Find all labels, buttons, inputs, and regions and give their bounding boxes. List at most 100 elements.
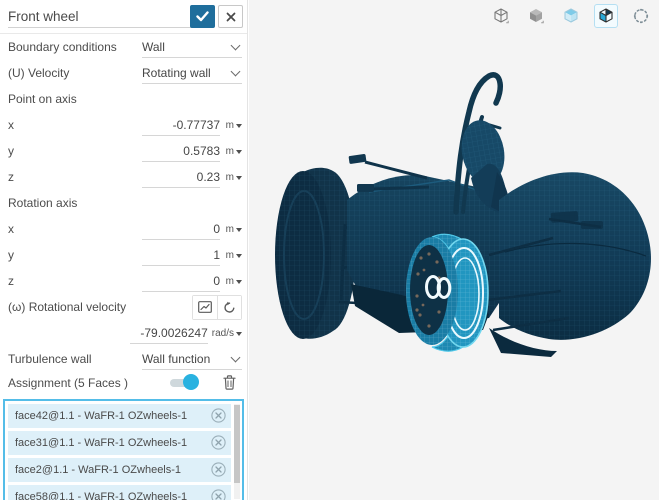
field-velocity: (U) Velocity Rotating wall [0,60,247,86]
field-axis-z: z 0 m [0,268,247,294]
value-input-mode-buttons [192,294,242,320]
face-list-item[interactable]: face31@1.1 - WaFR-1 OZwheels-1 [8,431,231,455]
axis-y-input[interactable]: 1 [142,245,220,266]
face-name: face2@1.1 - WaFR-1 OZwheels-1 [15,464,182,476]
field-label: x [8,118,14,132]
remove-face-button[interactable] [211,408,226,423]
reset-value-button[interactable] [217,295,241,319]
chevron-down-icon [230,66,241,76]
unit-label: m [225,119,234,131]
face-list-item[interactable]: face2@1.1 - WaFR-1 OZwheels-1 [8,458,231,482]
axis-x-input[interactable]: 0 [142,219,220,240]
axis-z-input[interactable]: 0 [142,271,220,292]
toggle-knob [183,373,199,390]
caret-down-icon [236,149,242,154]
nose-cone[interactable] [489,172,651,357]
assignment-face-list: face42@1.1 - WaFR-1 OZwheels-1 face31@1.… [3,399,244,500]
assignment-label: Assignment (5 Faces ) [8,375,129,390]
field-label: Boundary conditions [8,40,117,54]
car-model[interactable] [249,0,659,500]
unit-dropdown[interactable]: m [220,219,242,240]
trash-icon [223,375,236,390]
field-label: z [8,274,14,288]
remove-face-button[interactable] [211,489,226,500]
face-list-item[interactable]: face42@1.1 - WaFR-1 OZwheels-1 [8,404,231,428]
formula-table-input-button[interactable] [193,295,217,319]
caret-down-icon [236,123,242,128]
field-label: y [8,144,14,158]
chart-icon [198,301,212,313]
section-cube-icon[interactable] [594,4,618,28]
face-name: face31@1.1 - WaFR-1 OZwheels-1 [15,437,188,449]
field-boundary-conditions: Boundary conditions Wall [0,34,247,60]
unit-dropdown[interactable]: m [220,271,242,292]
section-point-on-axis: Point on axis [0,86,247,112]
render-mode-toolbar [489,4,653,28]
selected-value: Wall function [142,351,211,366]
close-button[interactable] [218,5,243,28]
caret-down-icon [236,253,242,258]
turbulence-wall-select[interactable]: Wall function [142,348,242,370]
assignment-toggle[interactable] [170,373,199,390]
front-wheel-highlighted[interactable] [406,233,489,352]
assignment-header: Assignment (5 Faces ) [0,372,247,393]
unit-label: m [225,145,234,157]
field-label: Turbulence wall [8,352,92,366]
field-label: y [8,248,14,262]
unit-dropdown[interactable]: m [220,245,242,266]
caret-down-icon [236,175,242,180]
section-label: Point on axis [8,92,77,106]
unit-label: m [225,249,234,261]
unit-label: m [225,275,234,287]
unit-dropdown[interactable]: m [220,141,242,162]
bc-name-input[interactable] [8,6,194,28]
unit-dropdown[interactable]: m [220,167,242,188]
undo-rotate-icon [224,301,235,313]
velocity-select[interactable]: Rotating wall [142,62,242,84]
delete-assignment-button[interactable] [223,375,236,390]
remove-face-button[interactable] [211,462,226,477]
scrollbar-thumb[interactable] [234,405,240,483]
selected-value: Wall [142,39,165,54]
face-name: face58@1.1 - WaFR-1 OZwheels-1 [15,491,188,500]
field-axis-x: x 0 m [0,216,247,242]
apply-button[interactable] [190,5,215,28]
face-name: face42@1.1 - WaFR-1 OZwheels-1 [15,410,188,422]
close-icon [226,12,235,21]
field-rotational-velocity-value: -79.0026247 rad/s [0,320,247,346]
boundary-conditions-select[interactable]: Wall [142,36,242,58]
unit-label: m [225,171,234,183]
transparent-cube-icon[interactable] [559,4,583,28]
unit-label: rad/s [211,327,234,339]
wireframe-cube-icon[interactable] [489,4,513,28]
select-region-icon[interactable] [629,4,653,28]
field-label: x [8,222,14,236]
face-list-item[interactable]: face58@1.1 - WaFR-1 OZwheels-1 [8,485,231,500]
caret-down-icon [236,279,242,284]
field-turbulence-wall: Turbulence wall Wall function [0,346,247,372]
solid-cube-icon[interactable] [524,4,548,28]
point-x-input[interactable]: -0.77737 [142,115,220,136]
unit-dropdown[interactable]: rad/s [208,323,242,344]
field-label: z [8,170,14,184]
unit-label: m [225,223,234,235]
point-y-input[interactable]: 0.5783 [142,141,220,162]
point-z-input[interactable]: 0.23 [142,167,220,188]
face-list-scrollbar[interactable] [234,404,240,499]
section-label: Rotation axis [8,196,78,210]
field-axis-y: y 1 m [0,242,247,268]
field-point-x: x -0.77737 m [0,112,247,138]
panel-header [0,0,247,34]
check-icon [196,11,209,22]
caret-down-icon [236,331,242,336]
field-label: (U) Velocity [8,66,70,80]
rotational-velocity-input[interactable]: -79.0026247 [130,323,208,344]
remove-face-button[interactable] [211,435,226,450]
unit-dropdown[interactable]: m [220,115,242,136]
field-point-z: z 0.23 m [0,164,247,190]
caret-down-icon [236,227,242,232]
viewport-3d[interactable] [249,0,659,500]
boundary-condition-panel: Boundary conditions Wall (U) Velocity Ro… [0,0,248,500]
field-label: (ω) Rotational velocity [8,300,127,314]
chevron-down-icon [230,40,241,50]
